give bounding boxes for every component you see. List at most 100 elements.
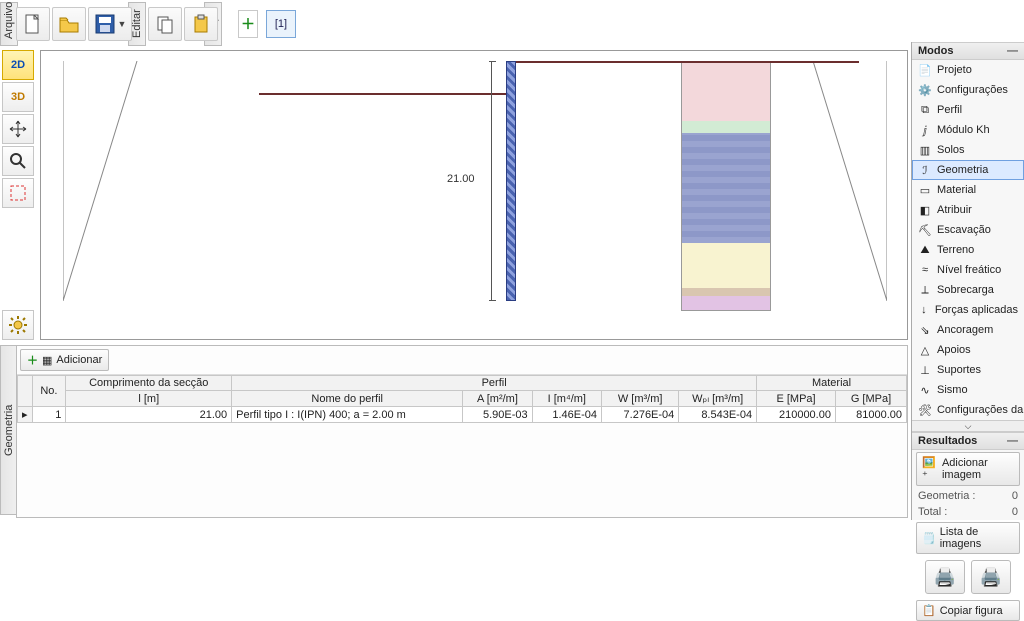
stage-tab-1[interactable]: [1] [266,10,296,38]
mode-item-sobrecarga[interactable]: ⟂Sobrecarga [912,280,1024,300]
mode-item-label: Sismo [937,384,968,396]
terreno-icon: ⛰ [918,243,932,257]
forcas-icon: ↓ [918,303,930,317]
cell-I: 1.46E-04 [532,407,601,423]
mode-item-geometria[interactable]: ℐGeometria [912,160,1024,180]
geometry-table[interactable]: No. Comprimento da secção Perfil Materia… [17,375,907,423]
soil-layer-2 [681,121,771,133]
mode-item-forcas[interactable]: ↓Forças aplicadas [912,300,1024,320]
save-button[interactable]: ▼ [88,7,132,41]
perfil-icon: ⧉ [918,103,932,117]
config-icon: ⚙️ [918,83,932,97]
cell-l: 21.00 [66,407,232,423]
suportes-icon: ⊥ [918,363,932,377]
projeto-icon: 📄 [918,63,932,77]
cfgetapa-icon: 🛠 [918,403,932,417]
add-row-button[interactable]: ＋ ▦ Adicionar [20,349,109,371]
mode-item-apoios[interactable]: △Apoios [912,340,1024,360]
mode-item-label: Suportes [937,364,981,376]
add-stage-button[interactable]: ＋ [238,10,258,38]
soil-layer-4 [681,243,771,288]
cell-A: 5.90E-03 [463,407,532,423]
geometry-table-area: ＋ ▦ Adicionar No. Comprimento da secção … [16,345,908,518]
mode-item-label: Solos [937,144,965,156]
magnifier-icon [9,152,27,170]
drawing-canvas[interactable]: 21.00 [40,50,908,340]
cell-E: 210000.00 [757,407,836,423]
expand-toggle[interactable]: ⌵ [912,420,1024,432]
mode-item-label: Apoios [937,344,971,356]
col-group-len: Comprimento da secção [66,376,232,391]
mode-item-label: Nível freático [937,264,1001,276]
view-2d-button[interactable]: 2D [2,50,34,80]
mode-item-suportes[interactable]: ⊥ Suportes [912,360,1024,380]
add-image-button[interactable]: 🖼️⁺ Adicionar imagem [916,452,1020,486]
cell-Wpl: 8.543E-04 [679,407,757,423]
zoom-button[interactable] [2,146,34,176]
mode-item-label: Configurações da etapa [937,404,1024,416]
mode-item-label: Ancoragem [937,324,993,336]
print-color-button[interactable]: 🖨️ [971,560,1011,594]
material-icon: ▭ [918,183,932,197]
collapse-results-button[interactable]: — [1007,435,1018,447]
fit-extents-button[interactable] [2,178,34,208]
mode-item-projeto[interactable]: 📄 Projeto [912,60,1024,80]
mode-item-ancoragem[interactable]: ⇘ Ancoragem [912,320,1024,340]
settings-button[interactable] [2,310,34,340]
escavacao-icon: ⛏ [918,223,932,237]
mode-item-label: Projeto [937,64,972,76]
geometria-icon: ℐ [918,163,932,177]
col-nome: Nome do perfil [232,391,463,407]
mode-item-terreno[interactable]: ⛰Terreno [912,240,1024,260]
mode-item-config[interactable]: ⚙️Configurações [912,80,1024,100]
table-row[interactable]: ▸121.00Perfil tipo I : I(IPN) 400; a = 2… [18,407,907,423]
col-no: No. [32,376,66,407]
add-image-icon: 🖼️⁺ [922,456,938,482]
copy-figure-icon: 📋 [922,604,936,617]
col-group-perfil: Perfil [232,376,757,391]
collapse-modes-button[interactable]: — [1007,45,1018,57]
modulokh-icon: ⅉ [918,123,932,137]
paste-button[interactable] [184,7,218,41]
mode-item-cfgetapa[interactable]: 🛠 Configurações da etapa [912,400,1024,420]
mode-item-escavacao[interactable]: ⛏ Escavação [912,220,1024,240]
view-toolbar: 2D 3D [2,50,38,208]
cell-nome: Perfil tipo I : I(IPN) 400; a = 2.00 m [232,407,463,423]
mode-item-perfil[interactable]: ⧉Perfil [912,100,1024,120]
paste-icon [191,14,211,34]
image-list-button[interactable]: 🗒️ Lista de imagens [916,522,1020,554]
right-frame-outline [805,61,887,301]
modes-header: Modos — [912,42,1024,60]
mode-item-modulokh[interactable]: ⅉ Módulo Kh [912,120,1024,140]
copy-button[interactable] [148,7,182,41]
new-file-button[interactable] [16,7,50,41]
open-file-button[interactable] [52,7,86,41]
row-handle[interactable]: ▸ [18,407,33,423]
printer-icon: 🖨️ [934,567,956,588]
dimension-line [491,61,492,301]
left-frame-outline [63,61,145,301]
copy-figure-button[interactable]: 📋 Copiar figura [916,600,1020,621]
mode-item-label: Escavação [937,224,991,236]
right-panel: Modos — 📄 Projeto ⚙️Configurações⧉Perfil ⅉM… [911,42,1024,520]
top-toolbar: ▼ ＋ [1] [16,2,296,46]
mode-item-sismo[interactable]: ∿Sismo [912,380,1024,400]
new-file-icon [23,13,43,35]
view-3d-button[interactable]: 3D [2,82,34,112]
cell-W: 7.276E-04 [602,407,679,423]
pan-button[interactable] [2,114,34,144]
soil-layer-3 [681,133,771,243]
copy-icon [155,14,175,34]
mode-item-label: Módulo Kh [937,124,990,136]
print-row: 🖨️ 🖨️ [912,556,1024,598]
ancoragem-icon: ⇘ [918,323,932,337]
mode-item-atribuir[interactable]: ◧ Atribuir [912,200,1024,220]
mode-item-label: Atribuir [937,204,972,216]
atribuir-icon: ◧ [918,203,932,217]
open-folder-icon [58,14,80,34]
mode-item-solos[interactable]: ▥Solos [912,140,1024,160]
print-button[interactable]: 🖨️ [925,560,965,594]
col-W: W [m³/m] [602,391,679,407]
mode-item-freatico[interactable]: ≈Nível freático [912,260,1024,280]
mode-item-material[interactable]: ▭Material [912,180,1024,200]
